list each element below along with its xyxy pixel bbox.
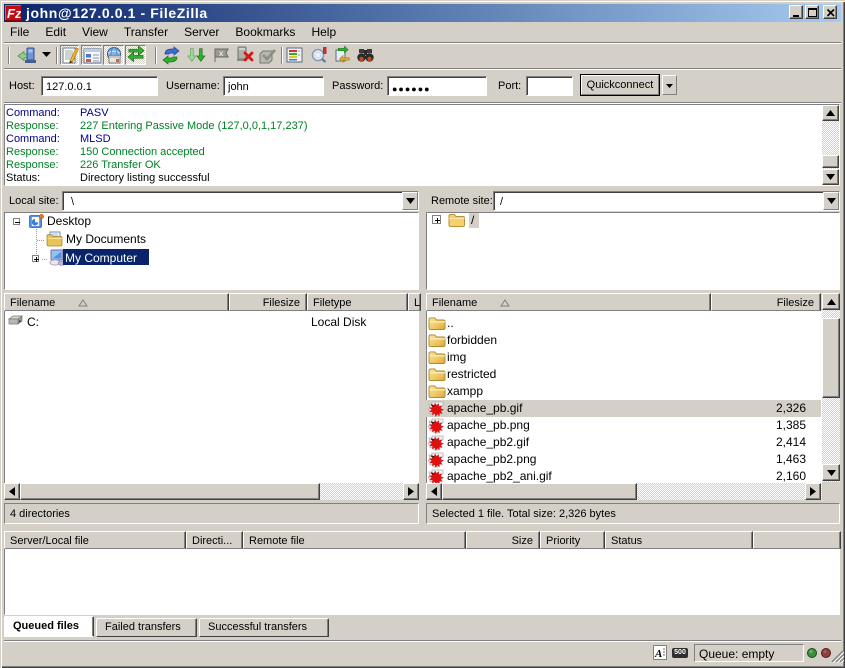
svg-text:x: x xyxy=(219,49,224,58)
svg-text:Fz: Fz xyxy=(7,6,21,21)
svg-text:A: A xyxy=(654,648,662,659)
